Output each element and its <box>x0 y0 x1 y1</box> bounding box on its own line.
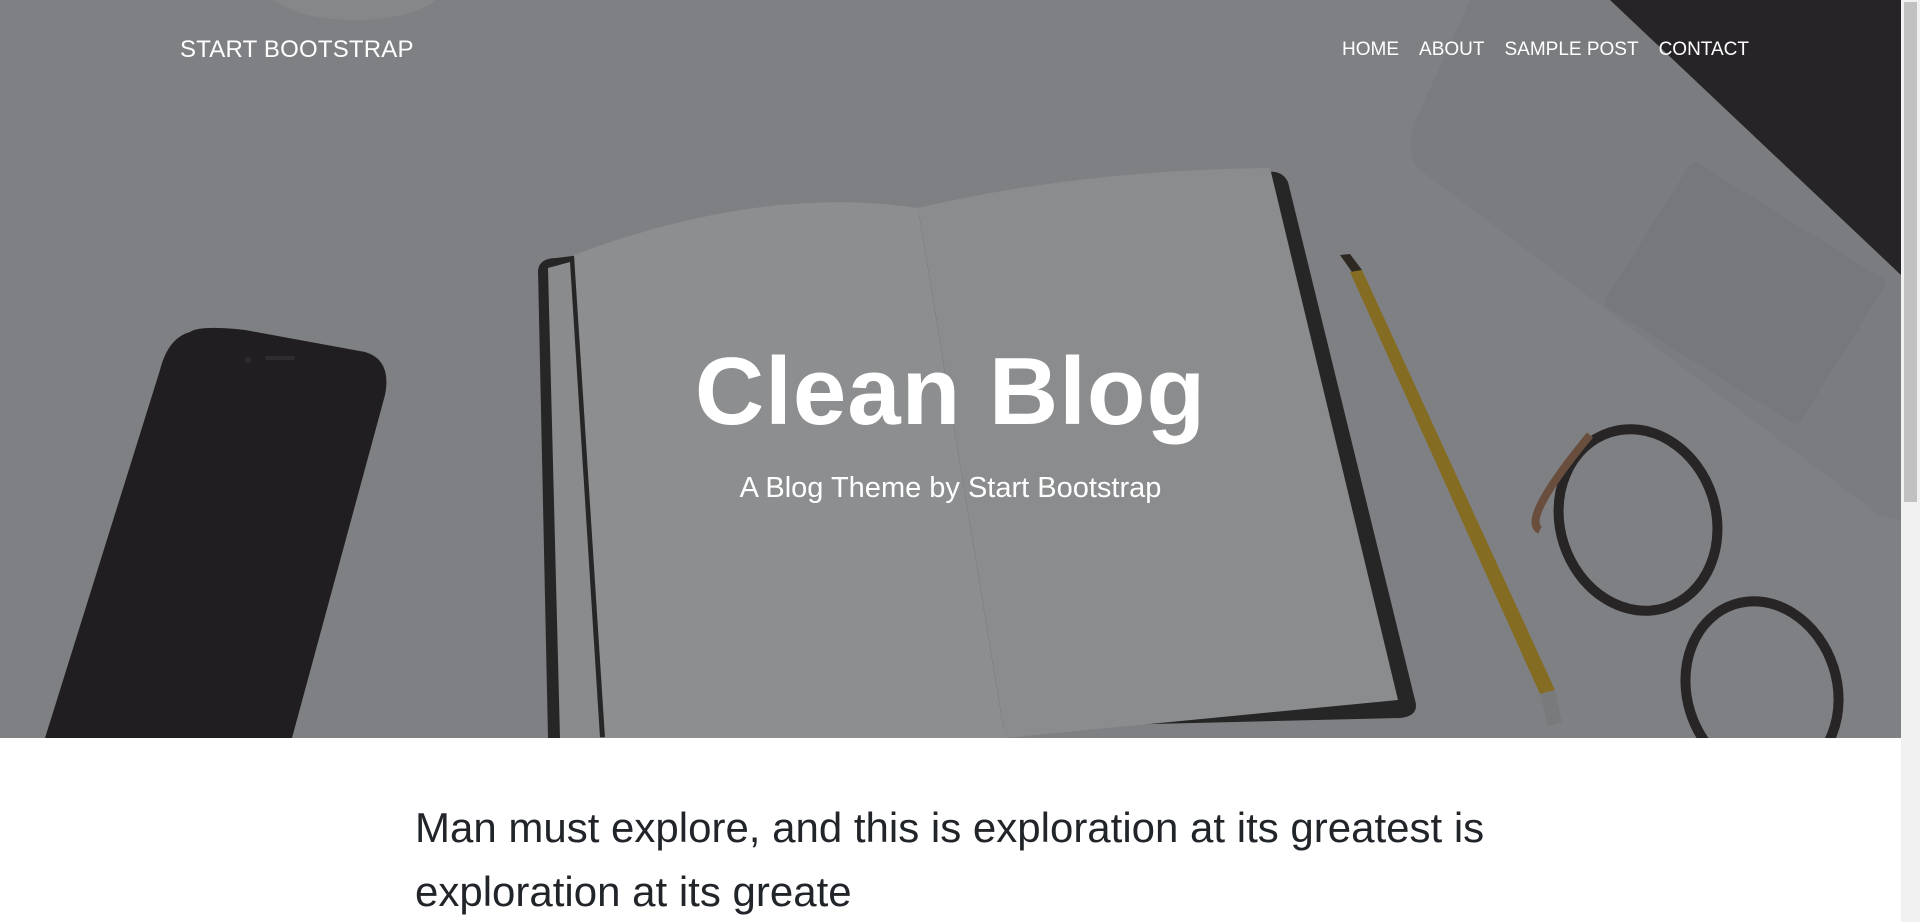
post-preview: Man must explore, and this is exploratio… <box>415 796 1495 922</box>
post-title: Man must explore, and this is exploratio… <box>415 804 1485 915</box>
nav-item-about: ABOUT <box>1419 39 1484 61</box>
nav-link-contact[interactable]: CONTACT <box>1659 39 1749 60</box>
nav-link-about[interactable]: ABOUT <box>1419 39 1484 60</box>
site-title: Clean Blog <box>694 338 1207 445</box>
navbar: START BOOTSTRAP HOME ABOUT SAMPLE POST C… <box>0 0 1901 104</box>
brand-link[interactable]: START BOOTSTRAP <box>180 36 414 64</box>
page-viewport: START BOOTSTRAP HOME ABOUT SAMPLE POST C… <box>0 0 1901 922</box>
nav-link-home[interactable]: HOME <box>1342 39 1399 60</box>
site-heading: Clean Blog A Blog Theme by Start Bootstr… <box>0 330 1901 505</box>
post-link[interactable]: Man must explore, and this is exploratio… <box>415 796 1495 922</box>
scrollbar-thumb[interactable] <box>1904 2 1917 502</box>
nav-item-home: HOME <box>1342 39 1399 61</box>
nav-link-sample-post[interactable]: SAMPLE POST <box>1504 39 1638 60</box>
site-subheading: A Blog Theme by Start Bootstrap <box>739 472 1162 504</box>
masthead: START BOOTSTRAP HOME ABOUT SAMPLE POST C… <box>0 0 1901 738</box>
nav-item-contact: CONTACT <box>1659 39 1749 61</box>
nav-menu: HOME ABOUT SAMPLE POST CONTACT <box>1322 39 1749 61</box>
browser-page: START BOOTSTRAP HOME ABOUT SAMPLE POST C… <box>0 0 1920 922</box>
nav-item-sample-post: SAMPLE POST <box>1504 39 1638 61</box>
vertical-scrollbar[interactable] <box>1901 0 1920 922</box>
